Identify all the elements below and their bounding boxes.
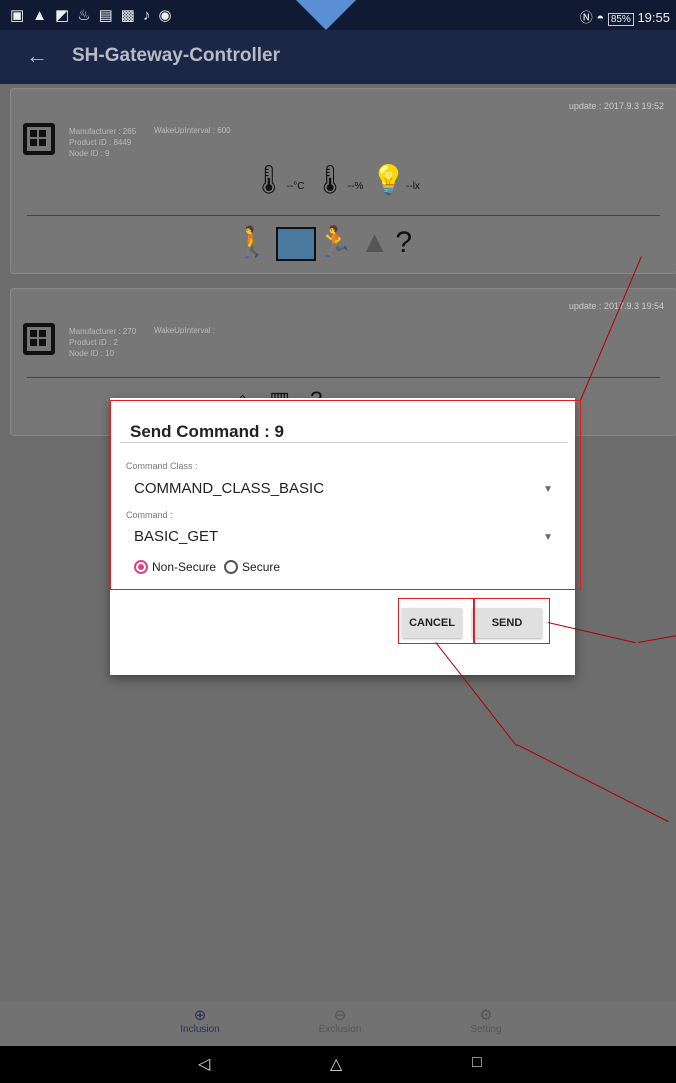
device-icon bbox=[23, 323, 55, 355]
update-time: update : 2017.9.3 19:52 bbox=[568, 101, 664, 111]
clock: 19:55 bbox=[637, 10, 670, 25]
device-icon bbox=[23, 123, 55, 155]
notification-icons: ▣▲◩♨▤▩♪◉ bbox=[10, 7, 180, 24]
device-card-node-9[interactable]: update : 2017.9.3 19:52 Manufacturer : 2… bbox=[10, 88, 676, 274]
app-bar: ← SH-Gateway-Controller bbox=[0, 30, 676, 84]
product-id: Product ID : 2 bbox=[69, 338, 118, 347]
divider bbox=[27, 215, 660, 216]
back-icon[interactable]: ◁ bbox=[198, 1054, 210, 1074]
annotation-line bbox=[638, 635, 676, 643]
motion-icon: 🚶 bbox=[233, 226, 277, 259]
manufacturer: Manufacturer : 270 bbox=[69, 327, 137, 336]
humidity-unit: % bbox=[354, 181, 364, 192]
node-id: Node ID : 10 bbox=[69, 349, 114, 358]
product-id: Product ID : 8449 bbox=[69, 138, 132, 147]
sensor-row: 🌡--°C 🌡--% 💡--lx bbox=[251, 163, 420, 196]
update-time: update : 2017.9.3 19:54 bbox=[568, 301, 664, 311]
lux-unit: lx bbox=[412, 181, 420, 192]
temp-unit: °C bbox=[293, 181, 305, 192]
plus-circle-icon: ⊕ bbox=[193, 1007, 207, 1024]
annotation-box-form bbox=[110, 400, 581, 590]
annotation-box-cancel bbox=[398, 598, 474, 644]
status-icon-row: 🚶 🏃▲? bbox=[233, 225, 419, 262]
wifi-icon: ◓ bbox=[596, 10, 605, 25]
gear-icon: ⚙ bbox=[479, 1007, 493, 1024]
battery-level: 85% bbox=[607, 13, 634, 26]
device-info: Manufacturer : 270 Product ID : 2 Node I… bbox=[69, 326, 136, 359]
question-icon: ? bbox=[395, 226, 419, 259]
tamper-icon: 🏃 bbox=[316, 226, 360, 259]
nav-inclusion[interactable]: ⊕ Inclusion bbox=[160, 1006, 240, 1035]
annotation-arrow bbox=[296, 0, 356, 30]
nav-inclusion-label: Inclusion bbox=[180, 1024, 220, 1035]
app-title: SH-Gateway-Controller bbox=[72, 45, 280, 66]
recents-icon[interactable]: □ bbox=[472, 1054, 482, 1072]
wakeup-interval: WakeUpInterval : 600 bbox=[154, 126, 231, 135]
nfc-icon: Ⓝ bbox=[579, 10, 593, 25]
status-right: Ⓝ ◓ 85% 19:55 bbox=[580, 7, 670, 26]
humidity-icon: 🌡 bbox=[312, 164, 348, 195]
system-navigation-bar: ◁ △ □ bbox=[0, 1046, 676, 1083]
annotation-box-send bbox=[474, 598, 550, 644]
annotation-line bbox=[516, 744, 669, 823]
window-icon bbox=[276, 227, 317, 262]
warning-icon: ▲ bbox=[359, 226, 396, 259]
device-info: Manufacturer : 265 Product ID : 8449 Nod… bbox=[69, 126, 136, 159]
lux-value: -- bbox=[406, 181, 413, 192]
node-id: Node ID : 9 bbox=[69, 149, 110, 158]
minus-circle-icon: ⊖ bbox=[333, 1007, 347, 1024]
bottom-navigation: ⊕ Inclusion ⊖ Exclusion ⚙ Setting bbox=[0, 1002, 676, 1046]
back-arrow-icon[interactable]: ← bbox=[26, 43, 48, 69]
nav-exclusion[interactable]: ⊖ Exclusion bbox=[300, 1006, 380, 1035]
nav-exclusion-label: Exclusion bbox=[318, 1024, 362, 1035]
lightbulb-icon: 💡 bbox=[371, 164, 407, 195]
thermometer-icon: 🌡 bbox=[251, 164, 287, 195]
nav-setting-label: Setting bbox=[470, 1024, 502, 1035]
manufacturer: Manufacturer : 265 bbox=[69, 127, 137, 136]
nav-setting[interactable]: ⚙ Setting bbox=[446, 1006, 526, 1035]
home-icon[interactable]: △ bbox=[330, 1054, 342, 1074]
divider bbox=[27, 377, 660, 378]
wakeup-interval: WakeUpInterval : bbox=[154, 326, 216, 335]
